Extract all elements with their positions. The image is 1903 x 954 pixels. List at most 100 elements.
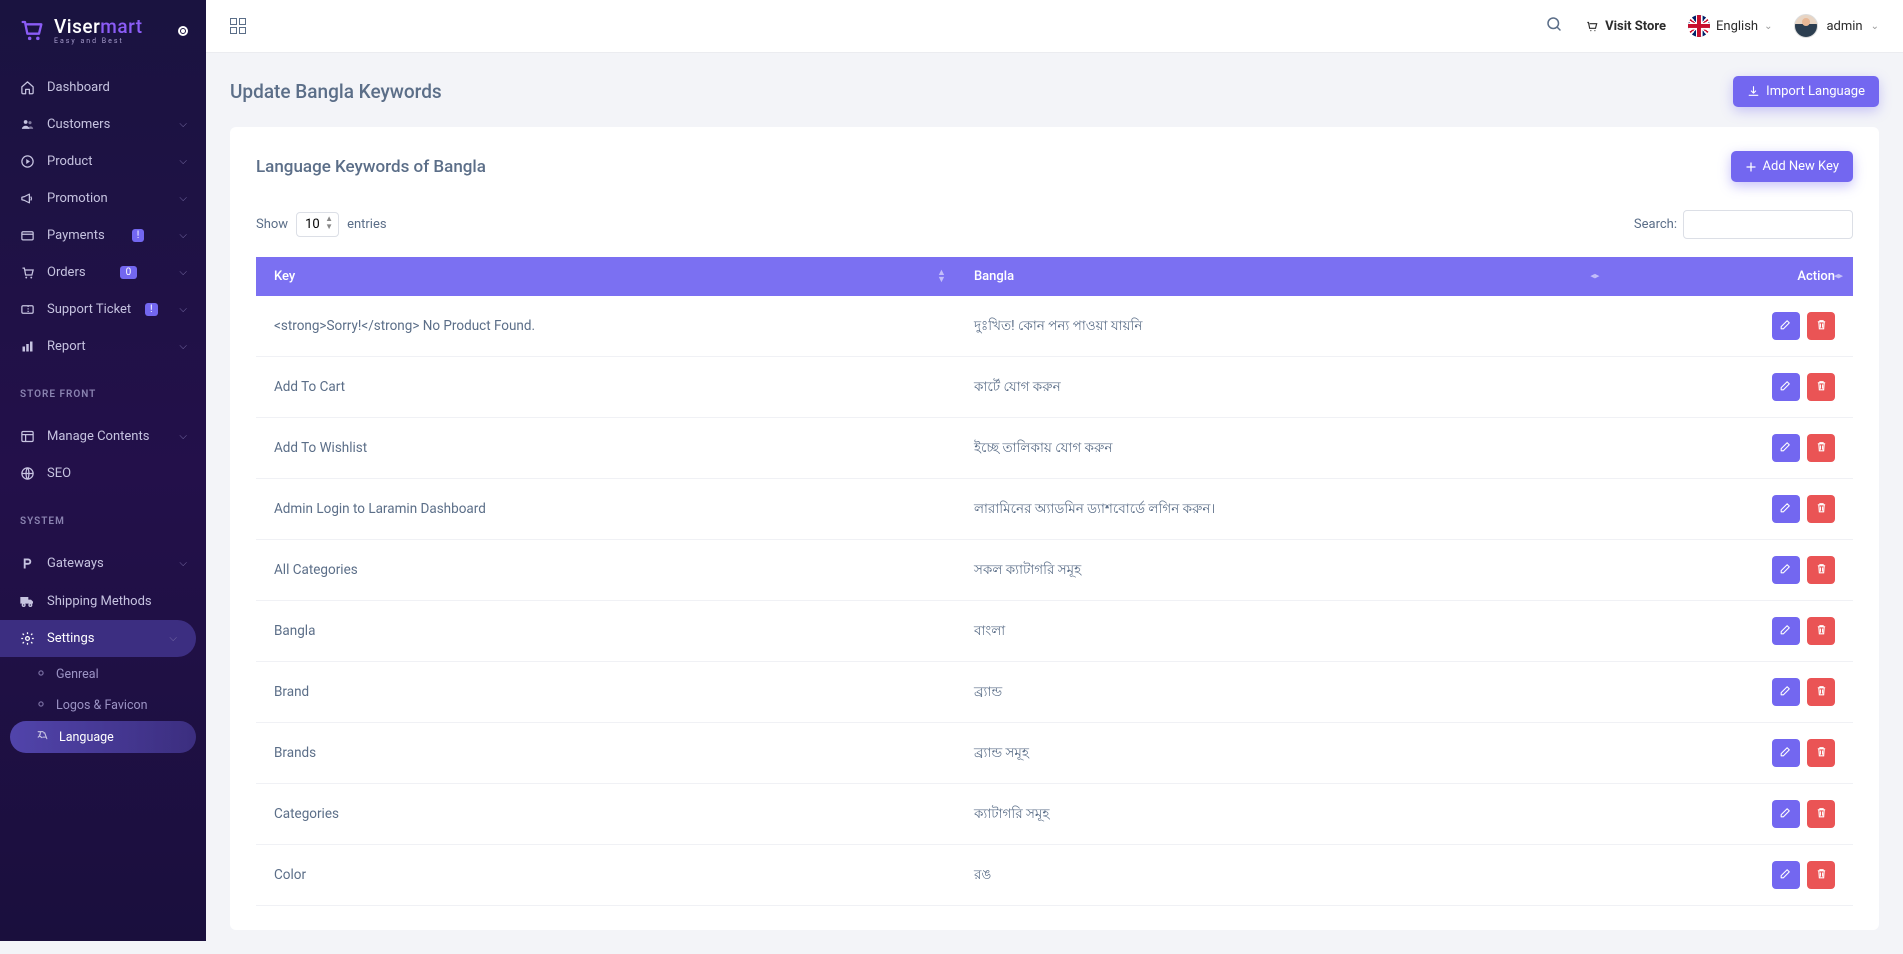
cell-bangla: দুঃখিত! কোন পন্য পাওয়া যায়নি xyxy=(956,296,1609,357)
nav-item-manage-contents[interactable]: Manage Contents ⌵ xyxy=(0,418,206,455)
circle-icon xyxy=(36,699,46,712)
username: admin xyxy=(1826,19,1862,34)
edit-button[interactable] xyxy=(1772,556,1800,584)
nav-item-support-ticket[interactable]: Support Ticket ! ⌵ xyxy=(0,291,206,328)
search-input[interactable] xyxy=(1683,210,1853,239)
nav-item-promotion[interactable]: Promotion ⌵ xyxy=(0,180,206,217)
nav-label: Manage Contents xyxy=(47,429,149,444)
search-button[interactable] xyxy=(1545,15,1563,37)
delete-button[interactable] xyxy=(1807,312,1835,340)
nav-item-settings[interactable]: Settings ⌵ xyxy=(0,620,196,657)
circle-play-icon xyxy=(19,154,35,169)
visit-store-link[interactable]: Visit Store xyxy=(1585,19,1666,34)
card-title: Language Keywords of Bangla xyxy=(256,157,486,177)
sub-item-language[interactable]: Language xyxy=(10,721,196,753)
edit-button[interactable] xyxy=(1772,373,1800,401)
delete-button[interactable] xyxy=(1807,373,1835,401)
nav-badge: ! xyxy=(145,303,158,316)
edit-button[interactable] xyxy=(1772,861,1800,889)
column-action: Action◂▸ xyxy=(1609,257,1853,296)
trash-icon xyxy=(1815,806,1828,823)
cell-bangla: ব্র্যান্ড xyxy=(956,662,1609,723)
edit-button[interactable] xyxy=(1772,434,1800,462)
pencil-icon xyxy=(1779,501,1792,518)
brand-logo[interactable]: Visermart Easy and Best xyxy=(0,0,206,59)
column-bangla[interactable]: Bangla◂▸ xyxy=(956,257,1609,296)
edit-button[interactable] xyxy=(1772,678,1800,706)
show-label: Show xyxy=(256,217,288,232)
sidebar-pin-toggle[interactable] xyxy=(178,26,188,36)
delete-button[interactable] xyxy=(1807,800,1835,828)
nav-label: SEO xyxy=(47,466,71,481)
edit-button[interactable] xyxy=(1772,312,1800,340)
import-language-button[interactable]: Import Language xyxy=(1733,76,1879,107)
nav-item-orders[interactable]: Orders 0 ⌵ xyxy=(0,254,206,291)
cell-key: Add To Cart xyxy=(256,357,956,418)
circle-icon xyxy=(36,668,46,681)
nav-label: Promotion xyxy=(47,191,108,206)
table-row: All Categories সকল ক্যাটাগরি সমূহ xyxy=(256,540,1853,601)
delete-button[interactable] xyxy=(1807,739,1835,767)
sub-item-logos-&-favicon[interactable]: Logos & Favicon xyxy=(0,690,206,721)
fullscreen-toggle[interactable] xyxy=(230,18,248,34)
layout-icon xyxy=(19,429,35,444)
chevron-down-icon: ⌵ xyxy=(179,267,187,278)
table-row: Admin Login to Laramin Dashboard লারামিন… xyxy=(256,479,1853,540)
trash-icon xyxy=(1815,379,1828,396)
user-menu[interactable]: admin ⌄ xyxy=(1794,14,1879,38)
nav-item-payments[interactable]: Payments ! ⌵ xyxy=(0,217,206,254)
nav-label: Support Ticket xyxy=(47,302,131,317)
edit-button[interactable] xyxy=(1772,617,1800,645)
nav-item-seo[interactable]: SEO xyxy=(0,455,206,492)
sort-icon: ▲▼ xyxy=(937,270,946,284)
card-icon xyxy=(19,228,35,243)
nav-label: Settings xyxy=(47,631,94,646)
keywords-card: Language Keywords of Bangla Add New Key … xyxy=(230,127,1879,930)
cell-action xyxy=(1609,357,1853,418)
nav-item-product[interactable]: Product ⌵ xyxy=(0,143,206,180)
table-row: Brands ব্র্যান্ড সমূহ xyxy=(256,723,1853,784)
import-button-label: Import Language xyxy=(1766,84,1865,99)
pencil-icon xyxy=(1779,745,1792,762)
cell-key: Brand xyxy=(256,662,956,723)
delete-button[interactable] xyxy=(1807,434,1835,462)
page-title: Update Bangla Keywords xyxy=(230,80,442,103)
nav-item-dashboard[interactable]: Dashboard xyxy=(0,69,206,106)
edit-button[interactable] xyxy=(1772,739,1800,767)
language-switcher[interactable]: English ⌄ xyxy=(1688,15,1772,37)
add-new-key-button[interactable]: Add New Key xyxy=(1731,151,1853,182)
nav-item-shipping-methods[interactable]: Shipping Methods xyxy=(0,582,206,620)
trash-icon xyxy=(1815,623,1828,640)
delete-button[interactable] xyxy=(1807,678,1835,706)
column-key[interactable]: Key▲▼ xyxy=(256,257,956,296)
nav-item-gateways[interactable]: Gateways ⌵ xyxy=(0,545,206,582)
nav-heading-storefront: STORE FRONT xyxy=(0,375,206,408)
cell-action xyxy=(1609,723,1853,784)
nav-item-report[interactable]: Report ⌵ xyxy=(0,328,206,365)
table-row: Bangla বাংলা xyxy=(256,601,1853,662)
chevron-down-icon: ⌵ xyxy=(169,633,177,644)
chevron-down-icon: ⌵ xyxy=(179,304,187,315)
entries-select[interactable]: 10 xyxy=(296,212,339,237)
language-icon xyxy=(36,729,49,745)
delete-button[interactable] xyxy=(1807,556,1835,584)
pencil-icon xyxy=(1779,867,1792,884)
cell-bangla: লারামিনের অ্যাডমিন ড্যাশবোর্ডে লগিন করুন… xyxy=(956,479,1609,540)
cell-key: Bangla xyxy=(256,601,956,662)
nav-label: Gateways xyxy=(47,556,104,571)
cell-key: Color xyxy=(256,845,956,906)
delete-button[interactable] xyxy=(1807,861,1835,889)
delete-button[interactable] xyxy=(1807,495,1835,523)
add-button-label: Add New Key xyxy=(1763,159,1839,174)
language-label: English xyxy=(1716,19,1758,34)
sub-label: Logos & Favicon xyxy=(56,698,148,713)
edit-button[interactable] xyxy=(1772,495,1800,523)
sub-item-genreal[interactable]: Genreal xyxy=(0,659,206,690)
edit-button[interactable] xyxy=(1772,800,1800,828)
main-content: Visit Store English ⌄ admin ⌄ Update Ban… xyxy=(206,0,1903,954)
nav-label: Dashboard xyxy=(47,80,110,95)
download-icon xyxy=(1747,85,1760,98)
visit-store-label: Visit Store xyxy=(1605,19,1666,34)
nav-item-customers[interactable]: Customers ⌵ xyxy=(0,106,206,143)
delete-button[interactable] xyxy=(1807,617,1835,645)
